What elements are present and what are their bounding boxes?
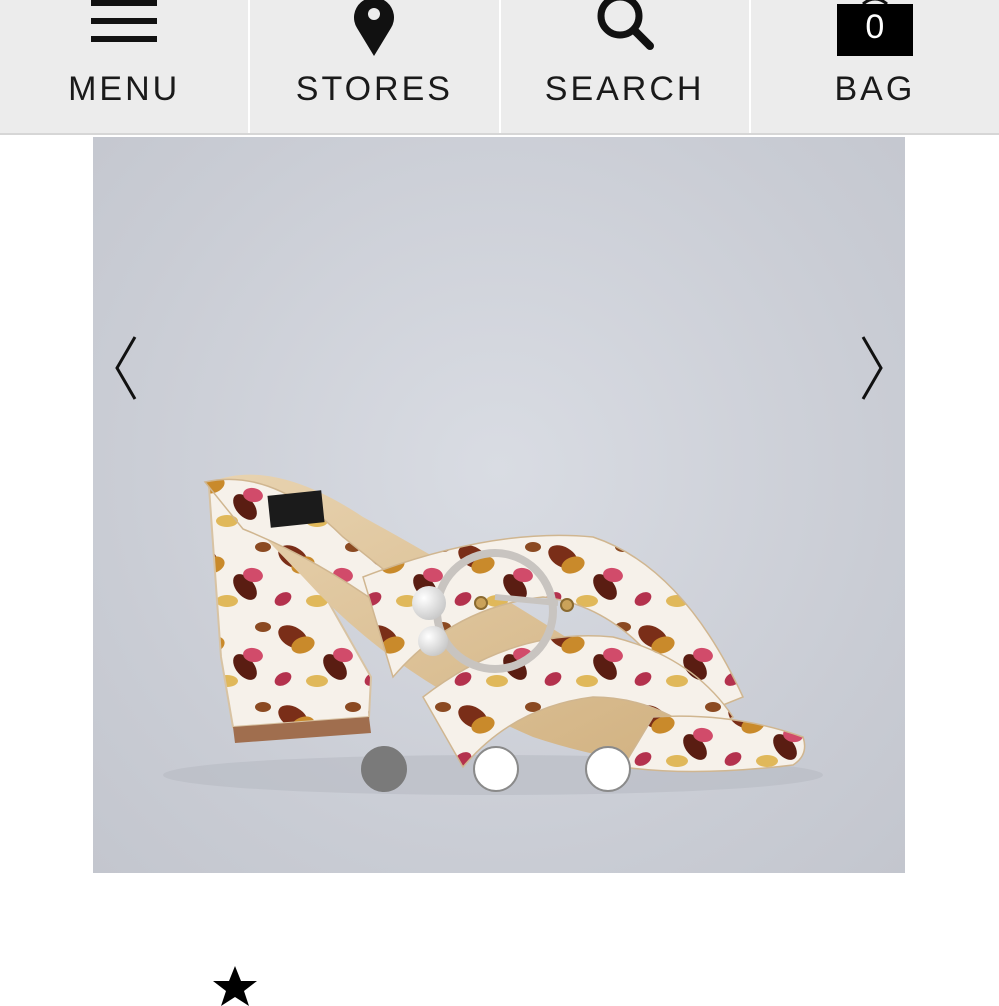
nav-bag-button[interactable]: 0 BAG xyxy=(751,0,999,133)
carousel-dot-2[interactable] xyxy=(473,746,519,792)
nav-menu-button[interactable]: MENU xyxy=(0,0,251,133)
bag-count-badge: 0 xyxy=(865,8,885,46)
chevron-left-icon xyxy=(115,336,137,400)
previous-image-button[interactable] xyxy=(107,333,147,403)
carousel-dot-3[interactable] xyxy=(585,746,631,792)
nav-search-button[interactable]: SEARCH xyxy=(501,0,751,133)
map-pin-icon xyxy=(354,0,395,56)
nav-menu-label: MENU xyxy=(68,70,181,108)
star-icon xyxy=(213,966,257,1006)
carousel-dot-1[interactable] xyxy=(361,746,407,792)
nav-stores-button[interactable]: STORES xyxy=(250,0,501,133)
nav-bag-label: BAG xyxy=(834,70,916,108)
hamburger-menu-icon xyxy=(91,0,158,42)
product-image-gallery[interactable] xyxy=(93,137,905,873)
nav-search-label: SEARCH xyxy=(544,70,705,108)
next-image-button[interactable] xyxy=(851,333,891,403)
nav-stores-label: STORES xyxy=(295,70,453,108)
chevron-right-icon xyxy=(861,336,883,400)
top-navigation-bar: MENU STORES SEARCH 0 BAG xyxy=(0,0,999,135)
search-icon xyxy=(597,0,654,50)
